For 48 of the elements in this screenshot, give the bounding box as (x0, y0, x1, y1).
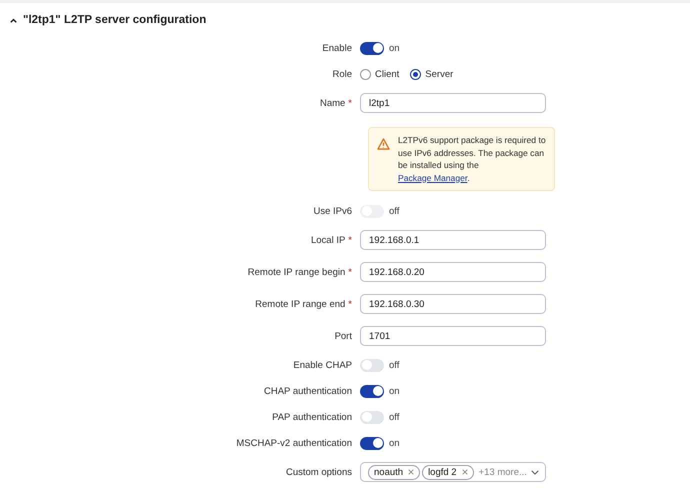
package-manager-link[interactable]: Package Manager (398, 172, 468, 182)
section-title: "l2tp1" L2TP server configuration (23, 14, 206, 26)
remove-icon[interactable] (462, 469, 468, 475)
caret-icon[interactable] (531, 470, 539, 474)
toggle-state: on (389, 438, 400, 448)
more-count: +13 more... (478, 466, 527, 478)
field-label: CHAP authentication (264, 386, 352, 396)
toggle-state: off (389, 360, 400, 370)
toggle-state: on (389, 386, 400, 396)
required-mark: * (348, 98, 352, 108)
remove-icon[interactable] (408, 469, 414, 475)
warning-icon (377, 138, 390, 150)
toggle-switch[interactable] (360, 410, 384, 424)
text-field[interactable]: 192.168.0.30 (360, 294, 546, 314)
text-field[interactable]: l2tp1 (360, 93, 546, 113)
toggle-switch[interactable] (360, 384, 384, 398)
tags-field[interactable]: noauth logfd 2 +13 more... (360, 462, 546, 482)
field-label: MSCHAP-v2 authentication (236, 438, 352, 448)
toggle-state: off (389, 206, 400, 216)
field-label: Remote IP range end (255, 298, 346, 310)
required-mark: * (348, 266, 352, 278)
option-tag[interactable]: noauth (368, 464, 420, 480)
field-label: Role (332, 68, 352, 80)
field-label: Use IPv6 (313, 206, 352, 216)
toggle-switch[interactable] (360, 358, 384, 372)
text-field[interactable]: 1701 (360, 326, 546, 346)
radio-label: Client (375, 68, 400, 80)
field-label: PAP authentication (272, 412, 352, 422)
radio-label: Server (425, 68, 454, 80)
field-label: Local IP (310, 234, 346, 246)
option-tag[interactable]: logfd 2 (422, 464, 474, 480)
field-label: Custom options (286, 466, 352, 478)
text-field[interactable]: 192.168.0.1 (360, 230, 546, 250)
field-label: Remote IP range begin (248, 266, 346, 278)
required-mark: * (348, 298, 352, 310)
field-label: Name (320, 98, 346, 108)
notice-text: L2TPv6 support package is required to use IPv6 addresses. The package can be installed using the Package Manager. (398, 134, 547, 184)
field-label: Enable CHAP (293, 360, 352, 370)
radio-button[interactable] (410, 68, 422, 80)
toggle-state: on (389, 42, 400, 54)
field-label: Port (334, 330, 352, 342)
radio-button[interactable] (360, 68, 371, 80)
toggle-state: off (389, 412, 400, 422)
toggle-switch[interactable] (360, 436, 384, 450)
toggle-switch[interactable] (360, 42, 384, 54)
text-field[interactable]: 192.168.0.20 (360, 262, 546, 282)
field-label: Enable (322, 42, 352, 54)
required-mark: * (348, 234, 352, 246)
